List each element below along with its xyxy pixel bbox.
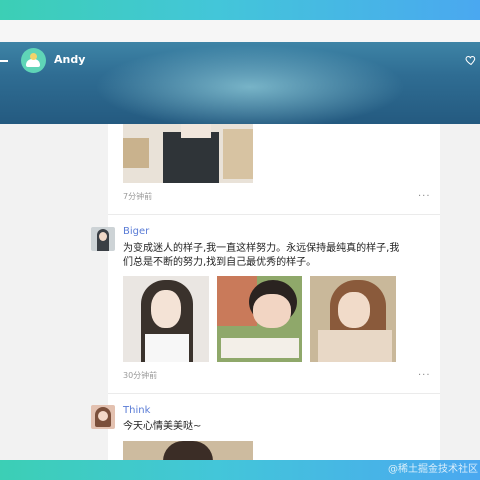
back-icon[interactable] — [0, 60, 8, 62]
more-options-icon[interactable]: ··· — [418, 370, 431, 381]
post-photo[interactable] — [310, 276, 396, 362]
post-time: 7分钟前 — [123, 192, 153, 201]
more-options-icon[interactable]: ··· — [418, 191, 431, 202]
post-photo[interactable] — [123, 441, 253, 462]
heart-icon[interactable] — [465, 54, 477, 66]
avatar[interactable] — [91, 405, 115, 429]
status-bar — [0, 0, 480, 20]
profile-header: Andy — [0, 42, 480, 124]
spacer — [0, 20, 480, 42]
post-time: 30分钟前 — [123, 371, 158, 380]
post-text: 为变成迷人的样子,我一直这样努力。永远保持最纯真的样子,我 — [123, 243, 400, 254]
username[interactable]: Biger — [123, 226, 149, 237]
avatar[interactable] — [91, 227, 115, 251]
username[interactable]: Think — [123, 405, 150, 416]
post-photo[interactable] — [123, 276, 209, 362]
avatar[interactable] — [21, 48, 46, 73]
post-photo[interactable] — [217, 276, 302, 362]
page-title: Andy — [54, 53, 86, 66]
post-photo[interactable] — [123, 124, 253, 183]
post-text: 今天心情美美哒~ — [123, 421, 202, 432]
watermark: @稀土掘金技术社区 — [388, 464, 478, 475]
post-text: 们总是不断的努力,找到自己最优秀的样子。 — [123, 257, 317, 268]
